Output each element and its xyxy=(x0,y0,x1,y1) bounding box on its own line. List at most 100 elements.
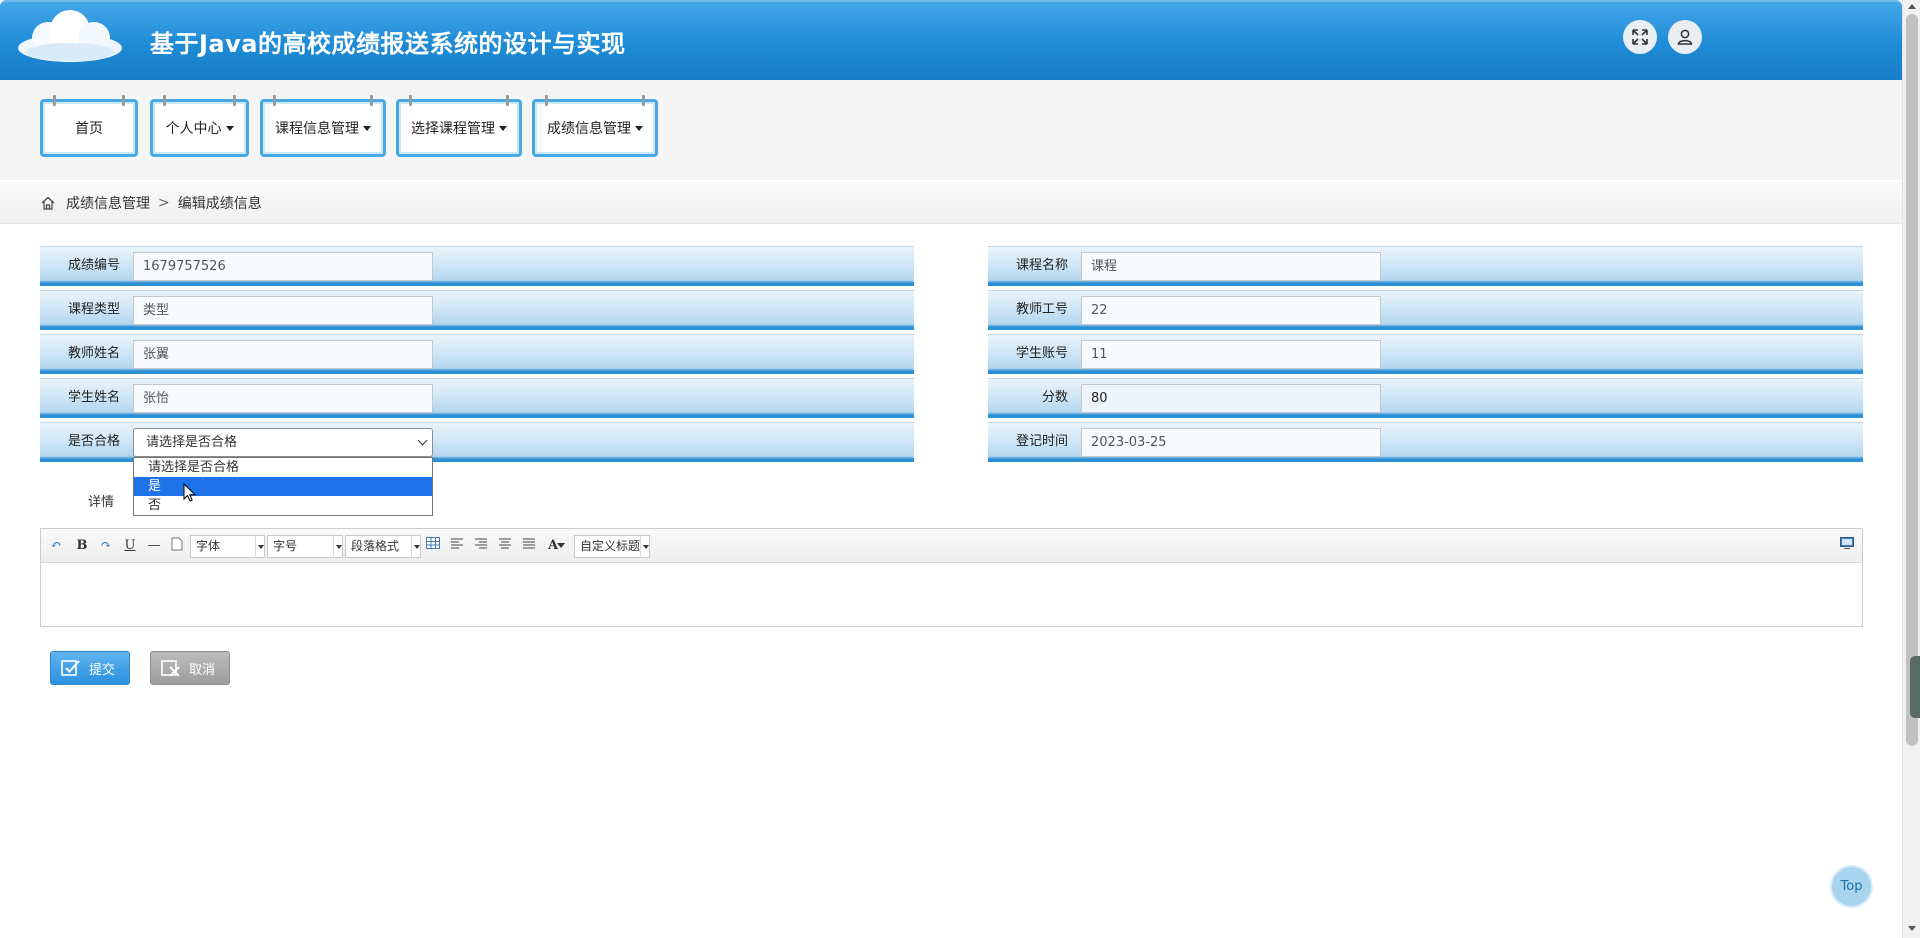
form-row-passed: 是否合格 请选择是否合格 xyxy=(40,422,914,462)
option-no[interactable]: 否 xyxy=(134,496,432,515)
header-bar: 基于Java的高校成绩报送系统的设计与实现 xyxy=(0,0,1902,80)
font-color-dropdown-icon[interactable] xyxy=(557,537,565,555)
paragraph-format-select[interactable]: 段落格式 xyxy=(345,535,421,558)
form-row-teacher-no: 教师工号 22 xyxy=(988,290,1863,330)
breadcrumb: 成绩信息管理 > 编辑成绩信息 xyxy=(0,182,1902,224)
submit-button[interactable]: 提交 xyxy=(50,651,130,685)
detail-label: 详情 xyxy=(88,495,115,510)
submit-check-icon xyxy=(61,660,80,676)
field-label: 登记时间 xyxy=(1015,434,1068,449)
form-row-student-name: 学生姓名 张怡 xyxy=(40,378,914,418)
nav-item-label: 成绩信息管理 xyxy=(547,121,631,137)
expand-icon xyxy=(1632,29,1648,45)
passed-select-value: 请选择是否合格 xyxy=(146,435,238,450)
caret-down-icon xyxy=(635,125,643,131)
course-type-input[interactable]: 类型 xyxy=(133,296,433,325)
scroll-top-button[interactable]: Top xyxy=(1830,865,1873,908)
home-icon[interactable] xyxy=(40,195,56,211)
nav-item-label: 首页 xyxy=(75,121,103,137)
course-name-input[interactable]: 课程 xyxy=(1081,252,1381,281)
field-label: 学生姓名 xyxy=(67,390,120,405)
field-label: 是否合格 xyxy=(67,434,120,449)
nav-item-label: 选择课程管理 xyxy=(411,121,495,137)
font-size-select[interactable]: 字号 xyxy=(267,535,343,558)
field-label: 分数 xyxy=(1041,390,1068,405)
breadcrumb-separator: > xyxy=(158,194,170,211)
align-left-icon[interactable] xyxy=(448,537,466,555)
field-label: 教师姓名 xyxy=(67,346,120,361)
user-icon xyxy=(1677,29,1693,45)
student-account-input[interactable]: 11 xyxy=(1081,340,1381,369)
vertical-scrollbar[interactable] xyxy=(1902,0,1920,938)
align-right-icon[interactable] xyxy=(472,537,490,555)
main-nav: 首页 个人中心 课程信息管理 选择课程管理 成绩信息管理 xyxy=(0,80,1902,180)
nav-item-course-info[interactable]: 课程信息管理 xyxy=(260,95,386,157)
submit-label: 提交 xyxy=(89,662,116,678)
field-label: 学生账号 xyxy=(1015,346,1068,361)
score-no-input[interactable]: 1679757526 xyxy=(133,252,433,281)
custom-title-label: 自定义标题 xyxy=(580,539,641,553)
table-icon[interactable] xyxy=(424,537,442,555)
editor-content-area[interactable] xyxy=(41,563,1862,626)
caret-down-icon xyxy=(225,125,234,131)
site-title: 基于Java的高校成绩报送系统的设计与实现 xyxy=(150,30,626,58)
teacher-no-input[interactable]: 22 xyxy=(1081,296,1381,325)
align-justify-icon[interactable] xyxy=(520,537,538,555)
option-yes[interactable]: 是 xyxy=(134,477,432,496)
nav-item-course-selection[interactable]: 选择课程管理 xyxy=(396,95,522,157)
form-row-course-type: 课程类型 类型 xyxy=(40,290,914,330)
scrollbar-thumb[interactable] xyxy=(1906,14,1918,746)
caret-down-icon xyxy=(363,125,371,131)
nav-item-home[interactable]: 首页 xyxy=(40,95,138,157)
scroll-down-arrow-icon[interactable] xyxy=(1908,926,1916,931)
teacher-name-input[interactable]: 张翼 xyxy=(133,340,433,369)
source-code-icon[interactable] xyxy=(1838,537,1856,555)
student-name-input[interactable]: 张怡 xyxy=(133,384,433,413)
new-document-icon[interactable] xyxy=(168,537,186,555)
nav-item-personal-center[interactable]: 个人中心 xyxy=(150,95,249,157)
field-label: 课程类型 xyxy=(67,302,120,317)
font-family-label: 字体 xyxy=(196,539,221,553)
side-panel-handle[interactable] xyxy=(1910,656,1920,718)
breadcrumb-current: 编辑成绩信息 xyxy=(177,195,262,212)
nav-item-label: 课程信息管理 xyxy=(275,121,359,137)
align-center-icon[interactable] xyxy=(496,537,514,555)
field-label: 课程名称 xyxy=(1015,258,1068,273)
redo-icon[interactable]: ↷ xyxy=(97,537,115,555)
field-label: 成绩编号 xyxy=(67,258,120,273)
nav-item-label: 个人中心 xyxy=(165,121,222,137)
option-placeholder[interactable]: 请选择是否合格 xyxy=(134,458,432,477)
fullscreen-button[interactable] xyxy=(1623,20,1657,54)
form-row-teacher-name: 教师姓名 张翼 xyxy=(40,334,914,374)
nav-item-score-info[interactable]: 成绩信息管理 xyxy=(532,95,658,157)
form-row-score-no: 成绩编号 1679757526 xyxy=(40,246,914,286)
mouse-cursor-icon xyxy=(183,483,197,502)
record-time-input[interactable]: 2023-03-25 xyxy=(1081,428,1381,457)
chevron-down-icon xyxy=(417,435,428,446)
field-label: 教师工号 xyxy=(1015,302,1068,317)
detail-editor: ↶ B ↷ U — 字体 字号 段落格式 A 自定义标题 xyxy=(40,528,1863,627)
paragraph-format-label: 段落格式 xyxy=(351,539,400,553)
horizontal-rule-icon[interactable]: — xyxy=(145,537,163,555)
font-size-label: 字号 xyxy=(273,539,298,553)
caret-down-icon xyxy=(499,125,507,131)
form-row-course-name: 课程名称 课程 xyxy=(988,246,1863,286)
editor-toolbar: ↶ B ↷ U — 字体 字号 段落格式 A 自定义标题 xyxy=(41,529,1862,563)
score-input[interactable]: 80 xyxy=(1081,384,1381,413)
breadcrumb-section[interactable]: 成绩信息管理 xyxy=(66,193,150,213)
custom-title-select[interactable]: 自定义标题 xyxy=(574,535,650,558)
undo-icon[interactable]: ↶ xyxy=(47,537,65,555)
form-row-record-time: 登记时间 2023-03-25 xyxy=(988,422,1863,462)
form-row-score: 分数 80 xyxy=(988,378,1863,418)
underline-button[interactable]: U xyxy=(121,537,139,555)
cancel-label: 取消 xyxy=(189,662,216,678)
passed-select[interactable]: 请选择是否合格 xyxy=(133,428,433,457)
form-row-student-account: 学生账号 11 xyxy=(988,334,1863,374)
scroll-up-arrow-icon[interactable] xyxy=(1908,4,1916,9)
passed-options-dropdown: 请选择是否合格 是 否 xyxy=(133,457,433,516)
cloud-logo-icon xyxy=(18,10,122,62)
bold-button[interactable]: B xyxy=(73,537,91,555)
font-family-select[interactable]: 字体 xyxy=(190,535,265,558)
cancel-button[interactable]: 取消 xyxy=(150,651,230,685)
user-menu-button[interactable] xyxy=(1668,20,1702,54)
